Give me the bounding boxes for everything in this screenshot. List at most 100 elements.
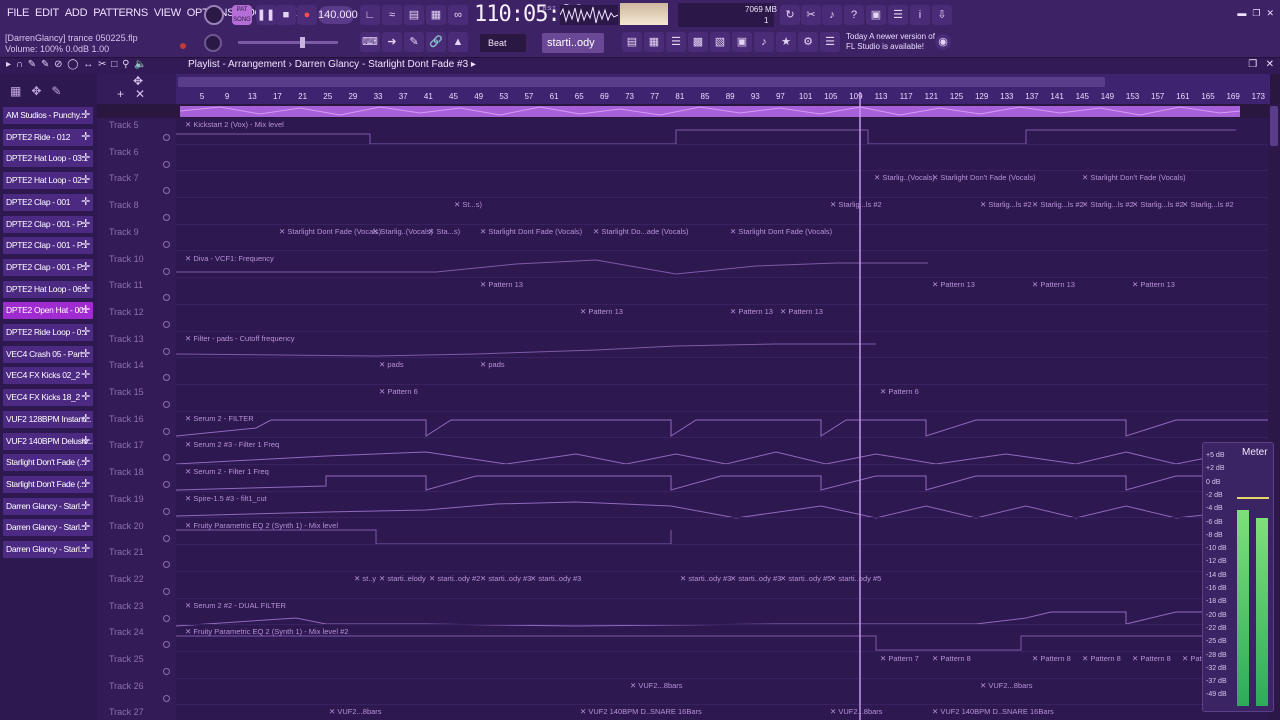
add-icon[interactable]: ✛ — [81, 541, 90, 558]
clip[interactable]: ✕ Fruity Parametric EQ 2 (Synth 1) - Mix… — [185, 521, 338, 530]
add-icon[interactable]: ✛ — [81, 107, 90, 124]
clip[interactable]: ✕ Starlight Dont Fade (Vocals) — [730, 227, 832, 236]
clip[interactable]: ✕ Pattern 13 — [580, 307, 623, 316]
menu-arrow-icon[interactable]: ▸ — [6, 59, 12, 70]
clip[interactable]: ✕ Pattern 6 — [880, 387, 919, 396]
clip[interactable]: ✕ Diva - VCF1: Frequency — [185, 254, 274, 263]
clip[interactable]: ✕ starti..ody #2 — [429, 574, 480, 583]
clip[interactable]: ✕ Serum 2 #2 - DUAL FILTER — [185, 601, 286, 610]
track-mute-toggle[interactable] — [163, 561, 170, 569]
clip[interactable]: ✕ Sta...s) — [428, 227, 460, 236]
track-mute-toggle[interactable] — [163, 160, 170, 168]
track-lane[interactable] — [176, 385, 1268, 412]
mixer-icon[interactable]: ☰ — [666, 32, 686, 52]
picker-item[interactable]: VEC4 FX Kicks 02_2 ✛ — [3, 367, 93, 385]
slice-icon[interactable]: ✂ — [98, 59, 107, 70]
restore-icon[interactable]: ❐ — [1252, 8, 1260, 19]
track-name[interactable]: Track 23 — [109, 601, 144, 611]
add-icon[interactable]: ✛ — [81, 411, 90, 428]
clip[interactable]: ✕ Filter - pads - Cutoff frequency — [185, 334, 295, 343]
picker-item[interactable]: Darren Glancy - Starl... ✛ — [3, 541, 93, 558]
track-mute-toggle[interactable] — [163, 641, 170, 649]
picker-item[interactable]: DPTE2 Open Hat - 001 ✛ — [3, 302, 93, 320]
picker-move-icon[interactable]: ✥ — [31, 84, 51, 98]
countdown-icon[interactable]: ▤ — [404, 5, 424, 25]
picker-item[interactable]: DPTE2 Hat Loop - 06... ✛ — [3, 280, 93, 298]
clip[interactable]: ✕ st..y — [354, 574, 376, 583]
picker-item[interactable]: DPTE2 Hat Loop - 02... ✛ — [3, 172, 93, 190]
picker-item[interactable]: DPTE2 Clap - 001 - P... ✛ — [3, 258, 93, 276]
clip[interactable]: ✕ Pattern 8 — [1082, 654, 1121, 663]
track-lane[interactable] — [176, 305, 1268, 332]
link-icon[interactable]: 🔗 — [426, 32, 446, 52]
step-edit-icon[interactable]: ▦ — [426, 5, 446, 25]
track-lane[interactable] — [176, 278, 1268, 305]
picker-item[interactable]: AM Studios - Punchy... ✛ — [3, 107, 93, 124]
play-button[interactable]: ❚❚ — [256, 5, 276, 25]
track-lane[interactable] — [176, 492, 1268, 519]
record-button[interactable]: ● — [297, 5, 317, 25]
clip[interactable]: ✕ Starlight Don't Fade (Vocals) — [1082, 173, 1186, 182]
picker-item[interactable]: VEC4 Crash 05 - Part... ✛ — [3, 345, 93, 363]
track-name[interactable]: Track 25 — [109, 654, 144, 664]
loop-record-icon[interactable]: ∞ — [448, 5, 468, 25]
info-icon[interactable]: i — [910, 5, 930, 25]
track-mute-toggle[interactable] — [163, 240, 170, 248]
track-name[interactable]: Track 16 — [109, 414, 144, 424]
clip[interactable]: ✕ Spire-1.5 #3 - filt1_cut — [185, 494, 267, 503]
picker-item[interactable]: DPTE2 Clap - 001 ✛ — [3, 193, 93, 211]
track-name[interactable]: Track 24 — [109, 627, 144, 637]
track-lane[interactable] — [176, 465, 1268, 492]
clip[interactable]: ✕ Pattern 6 — [379, 387, 418, 396]
add-icon[interactable]: ✛ — [81, 259, 90, 276]
clip[interactable]: ✕ starti..ody #3 — [530, 574, 581, 583]
help-icon[interactable]: ? — [844, 5, 864, 25]
track-name[interactable]: Track 5 — [109, 120, 139, 130]
clip[interactable]: ✕ Starlig..(Vocals) — [372, 227, 433, 236]
brush-icon[interactable]: ✎ — [41, 59, 50, 70]
audio-icon[interactable]: ♪ — [754, 32, 774, 52]
menu-patterns[interactable]: PATTERNS — [90, 7, 151, 19]
mute-icon[interactable]: ◯ — [67, 59, 79, 70]
clip[interactable]: ✕ Pattern 8 — [1132, 654, 1171, 663]
track-lane[interactable] — [176, 358, 1268, 385]
track-name[interactable]: Track 7 — [109, 173, 139, 183]
picker-item[interactable]: VUF2 128BPM Instant... ✛ — [3, 410, 93, 428]
track-lane[interactable] — [176, 438, 1268, 466]
playlist-close-icon[interactable]: ✕ — [1266, 59, 1274, 70]
download-icon[interactable]: ⇩ — [932, 5, 952, 25]
add-icon[interactable]: ✛ — [81, 476, 90, 493]
track-name[interactable]: Track 22 — [109, 574, 144, 584]
track-mute-toggle[interactable] — [163, 294, 170, 302]
clip[interactable]: ✕ Starlig...ls #2 — [1082, 200, 1134, 209]
track-name[interactable]: Track 17 — [109, 440, 144, 450]
track-name[interactable]: Track 8 — [109, 200, 139, 210]
track-mute-toggle[interactable] — [163, 694, 170, 702]
track-lane[interactable] — [176, 599, 1268, 626]
clip[interactable]: ✕ Pattern 13 — [480, 280, 523, 289]
track-lane[interactable] — [176, 519, 1268, 546]
globe-icon[interactable]: ◉ — [935, 34, 951, 50]
plugin-icon[interactable]: ▧ — [710, 32, 730, 52]
clip[interactable]: ✕ VUF2...8bars — [630, 681, 683, 690]
track-name[interactable]: Track 21 — [109, 547, 144, 557]
snap-toggle-icon[interactable]: ✥ — [133, 74, 143, 88]
track-name[interactable]: Track 19 — [109, 494, 144, 504]
picker-item[interactable]: DPTE2 Clap - 001 - P... ✛ — [3, 215, 93, 233]
arrow-right-icon[interactable]: ➜ — [382, 32, 402, 52]
clip[interactable]: ✕ pads — [480, 360, 505, 369]
track-name[interactable]: Track 15 — [109, 387, 144, 397]
undo-icon[interactable]: ↻ — [780, 5, 800, 25]
picker-item[interactable]: Darren Glancy - Starl... ✛ — [3, 519, 93, 537]
menu-view[interactable]: VIEW — [151, 7, 184, 19]
clip[interactable]: ✕ Starlight Do...ade (Vocals) — [593, 227, 689, 236]
slip-icon[interactable]: ↔ — [83, 59, 94, 70]
add-icon[interactable]: ✛ — [81, 302, 90, 319]
track-mute-toggle[interactable] — [163, 454, 170, 462]
track-name[interactable]: Track 14 — [109, 360, 144, 370]
horizontal-scrollbar[interactable] — [178, 77, 1105, 87]
pattern-selector[interactable]: starti..ody #5 — [542, 33, 604, 69]
clip[interactable]: ✕ Starlight Dont Fade (Vocals) — [279, 227, 381, 236]
playlist-icon[interactable]: ▤ — [622, 32, 642, 52]
clip[interactable]: ✕ starti..ody #3 — [730, 574, 781, 583]
